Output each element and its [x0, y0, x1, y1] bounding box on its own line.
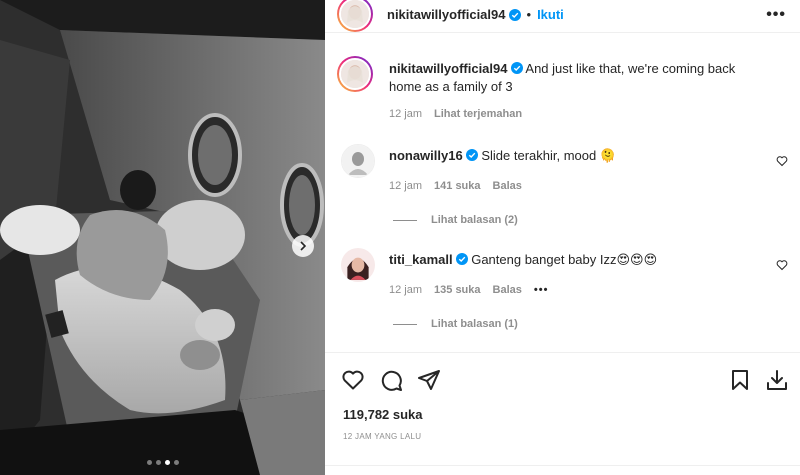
comment-meta: 12 jam 141 suka Balas	[389, 180, 522, 192]
comment-options-icon[interactable]: •••	[534, 284, 549, 296]
post-photo	[0, 0, 325, 475]
view-replies-button[interactable]: Lihat balasan (2)	[393, 214, 518, 226]
save-bookmark-icon[interactable]	[728, 368, 752, 392]
commenter-avatar[interactable]	[341, 144, 375, 178]
caption-username[interactable]: nikitawillyofficial94	[389, 61, 508, 76]
carousel-dot	[146, 460, 152, 465]
download-icon[interactable]	[765, 368, 789, 392]
caption-text: nikitawillyofficial94 And just like that…	[389, 60, 769, 96]
like-heart-icon[interactable]	[341, 368, 365, 392]
caption-time[interactable]: 12 jam	[389, 108, 422, 120]
chevron-right-icon	[300, 241, 307, 251]
reply-button[interactable]: Balas	[493, 284, 522, 296]
comment-time[interactable]: 12 jam	[389, 284, 422, 296]
post-details: nikitawillyofficial94 • Ikuti ••• nikita…	[325, 0, 800, 475]
caption-author-avatar[interactable]	[337, 56, 373, 92]
carousel-dot	[155, 460, 161, 465]
comment-body: Ganteng banget baby Izz😍😍😍	[471, 252, 658, 267]
avatar-image	[342, 145, 374, 177]
post-actions: 119,782 suka 12 JAM YANG LALU	[325, 352, 800, 475]
more-options-icon[interactable]: •••	[766, 6, 786, 24]
follow-button[interactable]: Ikuti	[537, 7, 564, 22]
view-replies-label: Lihat balasan (1)	[431, 318, 518, 330]
see-translation-link[interactable]: Lihat terjemahan	[434, 108, 522, 120]
author-username[interactable]: nikitawillyofficial94	[387, 7, 506, 22]
verified-badge-icon	[455, 253, 468, 265]
caption-meta: 12 jam Lihat terjemahan	[389, 108, 522, 120]
reply-button[interactable]: Balas	[493, 180, 522, 192]
photo-image	[0, 0, 325, 475]
divider	[325, 465, 800, 466]
commenter-username[interactable]: nonawilly16	[389, 148, 463, 163]
share-paper-plane-icon[interactable]	[417, 368, 441, 392]
post-header: nikitawillyofficial94 • Ikuti •••	[325, 0, 800, 33]
carousel-dot	[173, 460, 179, 465]
avatar-image	[341, 60, 369, 88]
carousel-dot-active	[164, 460, 170, 465]
divider-line	[393, 323, 417, 325]
comment-bubble-icon[interactable]	[379, 368, 403, 392]
next-slide-button[interactable]	[292, 235, 314, 257]
author-avatar[interactable]	[337, 0, 373, 32]
commenter-avatar[interactable]	[341, 248, 375, 282]
comment-text: nonawilly16 Slide terakhir, mood 🫠	[389, 147, 769, 165]
like-comment-heart-icon[interactable]	[776, 155, 788, 167]
post-timestamp[interactable]: 12 JAM YANG LALU	[343, 432, 421, 441]
like-comment-heart-icon[interactable]	[776, 259, 788, 271]
view-replies-label: Lihat balasan (2)	[431, 214, 518, 226]
verified-badge-icon	[510, 62, 523, 74]
comment-text: titi_kamall Ganteng banget baby Izz😍😍😍	[389, 251, 769, 269]
comment-body: Slide terakhir, mood 🫠	[481, 148, 617, 163]
verified-badge-icon	[465, 149, 478, 161]
carousel-indicator	[0, 460, 325, 465]
view-replies-button[interactable]: Lihat balasan (1)	[393, 318, 518, 330]
comment-likes[interactable]: 141 suka	[434, 180, 480, 192]
likes-count[interactable]: 119,782 suka	[343, 407, 423, 422]
verified-badge-icon	[508, 8, 521, 21]
commenter-username[interactable]: titi_kamall	[389, 252, 453, 267]
comment-time[interactable]: 12 jam	[389, 180, 422, 192]
comment-likes[interactable]: 135 suka	[434, 284, 480, 296]
avatar-image	[341, 0, 369, 28]
comment-meta: 12 jam 135 suka Balas •••	[389, 284, 548, 296]
avatar-image	[341, 248, 375, 282]
divider-line	[393, 219, 417, 221]
